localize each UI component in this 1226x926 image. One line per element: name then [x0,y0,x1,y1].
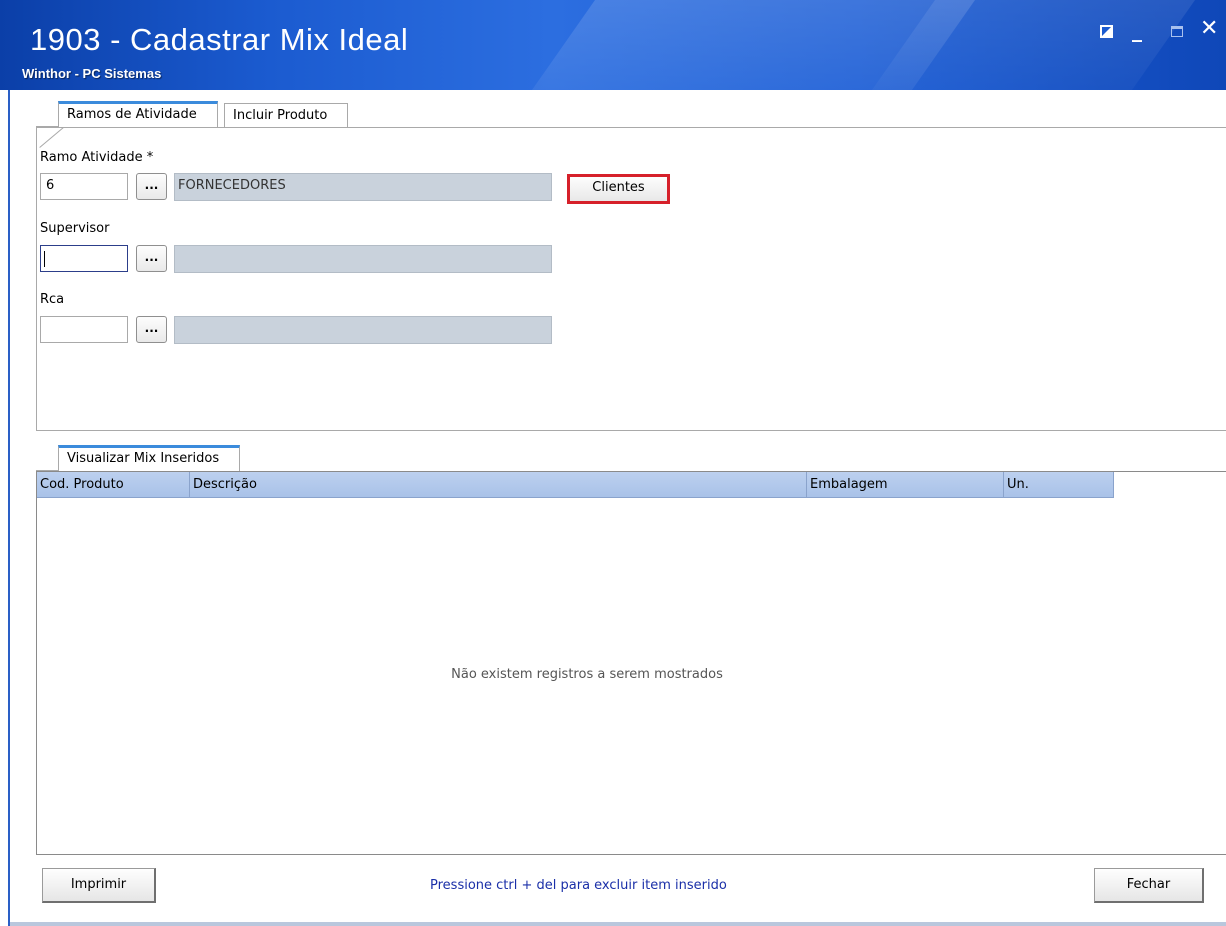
clientes-button[interactable]: Clientes [567,174,670,204]
rca-label: Rca [40,292,65,307]
mix-grid: Cod. Produto Descrição Embalagem Un. Não… [36,471,1226,855]
window-title: 1903 - Cadastrar Mix Ideal [30,22,409,57]
supervisor-code-input[interactable] [40,245,128,272]
restore-icon[interactable] [1097,22,1115,40]
bottom-border [10,922,1226,926]
imprimir-button[interactable]: Imprimir [42,868,156,903]
ramo-atividade-description: FORNECEDORES [174,173,552,201]
column-header-embalagem[interactable]: Embalagem [807,472,1004,498]
rca-code-input[interactable] [40,316,128,343]
column-header-descricao[interactable]: Descrição [190,472,807,498]
rca-lookup-button[interactable]: ... [136,316,167,343]
title-bar: 1903 - Cadastrar Mix Ideal Winthor - PC … [0,0,1226,90]
tab-ramos-atividade[interactable]: Ramos de Atividade [58,101,218,127]
window-body: Ramos de Atividade Incluir Produto Ramo … [8,90,1226,926]
grid-empty-message: Não existem registros a serem mostrados [451,667,723,682]
tab-incluir-produto[interactable]: Incluir Produto [224,103,348,127]
supervisor-description [174,245,552,273]
ramo-atividade-label: Ramo Atividade * [40,150,154,165]
supervisor-label: Supervisor [40,221,110,236]
window-subtitle: Winthor - PC Sistemas [22,66,162,81]
ramo-atividade-lookup-button[interactable]: ... [136,173,167,200]
minimize-icon[interactable]: _ [1128,20,1146,42]
text-caret [44,251,45,267]
tab-visualizar-mix[interactable]: Visualizar Mix Inseridos [58,445,240,471]
maximize-icon[interactable] [1168,22,1186,40]
delete-hint: Pressione ctrl + del para excluir item i… [430,878,727,893]
ramo-atividade-code-input[interactable]: 6 [40,173,128,200]
supervisor-lookup-button[interactable]: ... [136,245,167,272]
rca-description [174,316,552,344]
fechar-button[interactable]: Fechar [1094,868,1204,903]
close-icon[interactable]: ✕ [1200,18,1218,40]
column-header-un[interactable]: Un. [1004,472,1114,498]
column-header-cod-produto[interactable]: Cod. Produto [37,472,190,498]
grid-header: Cod. Produto Descrição Embalagem Un. [37,472,1114,498]
